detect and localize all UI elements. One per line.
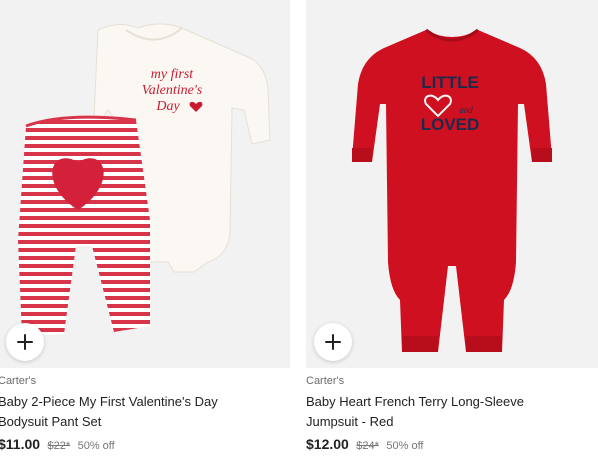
product-title-line: Baby Heart French Terry Long-Sleeve	[306, 394, 524, 409]
discount-label: 50% off	[386, 440, 424, 452]
price-row: $11.00 $22* 50% off	[0, 436, 115, 454]
sale-price: $11.00	[0, 436, 41, 452]
sale-price: $12.00	[306, 436, 349, 452]
product-brand: Carter's	[0, 375, 37, 387]
image-text-line: and	[459, 105, 473, 115]
plus-icon	[17, 334, 33, 350]
product-title[interactable]: Baby Heart French Terry Long-Sleeve Jump…	[306, 392, 596, 432]
product-image[interactable]: LITTLE and LOVED	[306, 0, 598, 368]
add-to-cart-button[interactable]	[6, 323, 44, 361]
image-text-line: Day	[155, 99, 180, 114]
price-row: $12.00 $24* 50% off	[306, 436, 423, 454]
plus-icon	[325, 334, 341, 350]
product-card[interactable]: my first Valentine's Day Carter's Baby 2…	[0, 0, 290, 458]
product-title[interactable]: Baby 2-Piece My First Valentine's Day Bo…	[0, 392, 288, 432]
product-image[interactable]: my first Valentine's Day	[0, 0, 290, 368]
add-to-cart-button[interactable]	[314, 323, 352, 361]
product-brand: Carter's	[306, 375, 345, 387]
image-text-line: my first	[151, 67, 195, 82]
discount-label: 50% off	[77, 440, 115, 452]
product-title-line: Baby 2-Piece My First Valentine's Day	[0, 394, 218, 409]
image-text-line: LOVED	[421, 115, 480, 134]
product-title-line: Bodysuit Pant Set	[0, 414, 102, 429]
product-card[interactable]: LITTLE and LOVED Carter's Baby Heart Fre…	[306, 0, 598, 458]
image-text-line: LITTLE	[421, 73, 479, 92]
image-text-line: Valentine's	[142, 83, 203, 98]
product-title-line: Jumpsuit - Red	[306, 414, 394, 429]
original-price: $24*	[356, 440, 379, 452]
original-price: $22*	[47, 440, 71, 452]
